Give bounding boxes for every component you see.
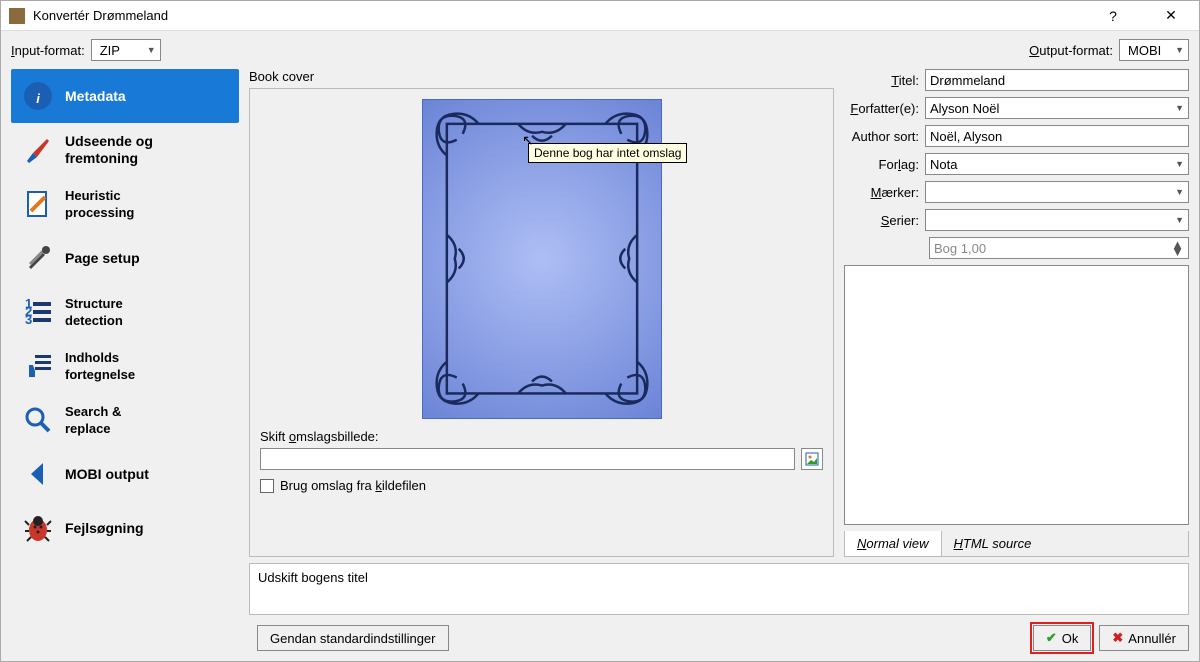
chevron-down-icon: ▼: [147, 45, 156, 55]
sidebar-item-structure[interactable]: 123 Structuredetection: [11, 285, 239, 339]
tab-normal-view[interactable]: Normal view: [845, 531, 942, 556]
author-sort-label: Author sort:: [844, 129, 919, 144]
input-format-label: Input-format:: [11, 43, 85, 58]
comments-tabs: Normal view HTML source: [844, 531, 1189, 557]
author-sort-input[interactable]: Noël, Alyson: [925, 125, 1189, 147]
browse-cover-button[interactable]: [801, 448, 823, 470]
authors-label: Forfatter(e):: [844, 101, 919, 116]
sidebar-item-label: Structuredetection: [65, 295, 123, 329]
tab-html-source[interactable]: HTML source: [942, 531, 1044, 556]
output-format-combo[interactable]: MOBI ▼: [1119, 39, 1189, 61]
svg-text:i: i: [36, 91, 40, 106]
use-source-cover-checkbox[interactable]: Brug omslag fra kildefilen: [260, 478, 823, 493]
chevron-down-icon: ▼: [1175, 103, 1184, 113]
format-bar: Input-format: ZIP ▼ Output-format: MOBI …: [1, 31, 1199, 69]
cover-tooltip: Denne bog har intet omslag: [528, 143, 687, 163]
comments-textarea[interactable]: [844, 265, 1189, 525]
book-cover-label: Book cover: [249, 69, 834, 84]
status-box: Udskift bogens titel: [249, 563, 1189, 615]
search-icon: [21, 403, 55, 437]
sidebar-item-page-setup[interactable]: Page setup: [11, 231, 239, 285]
tools-icon: [21, 241, 55, 275]
series-label: Serier:: [844, 213, 919, 228]
sidebar-item-search-replace[interactable]: Search &replace: [11, 393, 239, 447]
sidebar-item-look-feel[interactable]: Udseende og fremtoning: [11, 123, 239, 177]
sidebar-item-label: Heuristicprocessing: [65, 187, 134, 221]
sidebar-item-label: Page setup: [65, 250, 140, 267]
checkbox-box: [260, 479, 274, 493]
checkbox-label: Brug omslag fra kildefilen: [280, 478, 426, 493]
svg-text:3: 3: [25, 312, 32, 327]
sidebar-item-output[interactable]: MOBI output: [11, 447, 239, 501]
tags-label: Mærker:: [844, 185, 919, 200]
x-icon: ✖: [1112, 630, 1123, 646]
convert-dialog: Konvertér Drømmeland ? ✕ Input-format: Z…: [0, 0, 1200, 662]
info-icon: i: [21, 79, 55, 113]
image-file-icon: [805, 452, 819, 466]
restore-defaults-button[interactable]: Gendan standardindstillinger: [257, 625, 449, 651]
output-format-label: Output-format:: [1029, 43, 1113, 58]
publisher-label: Forlag:: [844, 157, 919, 172]
titlebar: Konvertér Drømmeland ? ✕: [1, 1, 1199, 31]
input-format-value: ZIP: [100, 43, 120, 58]
sidebar-item-label: Fejlsøgning: [65, 520, 144, 537]
cancel-button[interactable]: ✖Annullér: [1099, 625, 1189, 651]
sidebar-item-label: Search &replace: [65, 403, 121, 437]
tags-combo[interactable]: ▼: [925, 181, 1189, 203]
check-icon: ✔: [1046, 630, 1057, 646]
sidebar: i Metadata Udseende og fremtoning Heuris…: [11, 69, 239, 615]
sidebar-item-metadata[interactable]: i Metadata: [11, 69, 239, 123]
input-format-combo[interactable]: ZIP ▼: [91, 39, 161, 61]
chevron-down-icon: ▼: [1175, 215, 1184, 225]
sidebar-item-label: MOBI output: [65, 466, 149, 483]
window-title: Konvertér Drømmeland: [33, 8, 1093, 23]
ok-button[interactable]: ✔Ok: [1033, 625, 1092, 651]
series-combo[interactable]: ▼: [925, 209, 1189, 231]
title-input[interactable]: Drømmeland: [925, 69, 1189, 91]
bottom-bar: Gendan standardindstillinger ✔Ok ✖Annull…: [1, 625, 1199, 661]
sidebar-item-debug[interactable]: Fejlsøgning: [11, 501, 239, 555]
chevron-down-icon: ▼: [1175, 159, 1184, 169]
chevron-down-icon: ▼: [1175, 45, 1184, 55]
sidebar-item-label: Indholdsfortegnelse: [65, 349, 135, 383]
help-button[interactable]: ?: [1093, 8, 1133, 24]
output-format-value: MOBI: [1128, 43, 1161, 58]
publisher-combo[interactable]: Nota▼: [925, 153, 1189, 175]
list-icon: 123: [21, 295, 55, 329]
spin-buttons: ▲▼: [1171, 241, 1184, 255]
sidebar-item-label: Metadata: [65, 88, 126, 105]
authors-combo[interactable]: Alyson Noël▼: [925, 97, 1189, 119]
title-label: Titel:: [844, 73, 919, 88]
sidebar-item-toc[interactable]: Indholdsfortegnelse: [11, 339, 239, 393]
metadata-form: Titel: Drømmeland Forfatter(e): Alyson N…: [844, 69, 1189, 557]
bug-icon: [21, 511, 55, 545]
hand-list-icon: [21, 349, 55, 383]
sidebar-item-label: Udseende og fremtoning: [65, 133, 229, 167]
app-icon: [9, 8, 25, 24]
chevron-left-icon: [21, 457, 55, 491]
sidebar-item-heuristic[interactable]: Heuristicprocessing: [11, 177, 239, 231]
chevron-down-icon: ▼: [1175, 187, 1184, 197]
close-button[interactable]: ✕: [1151, 7, 1191, 24]
status-text: Udskift bogens titel: [258, 570, 368, 585]
cover-path-input[interactable]: [260, 448, 795, 470]
document-icon: [21, 187, 55, 221]
change-cover-label: Skift omslagsbillede:: [260, 429, 823, 444]
series-index-spin[interactable]: Bog 1,00 ▲▼: [929, 237, 1189, 259]
brush-icon: [21, 133, 55, 167]
